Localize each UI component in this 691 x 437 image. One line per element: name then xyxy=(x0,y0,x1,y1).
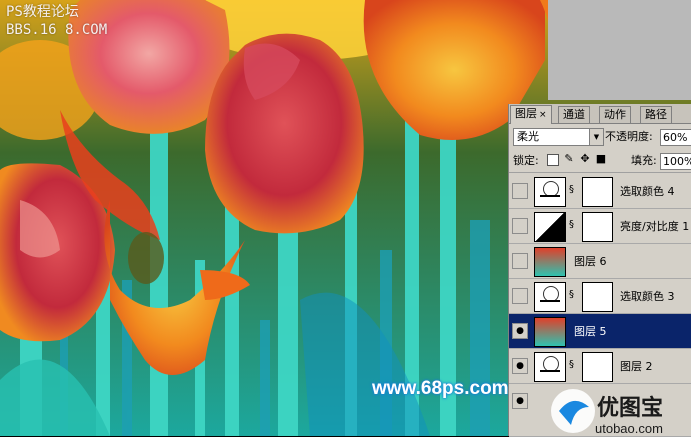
lock-fill-row: 锁定: ✎ ✥ ■ 填充: 100% xyxy=(509,150,691,173)
blend-mode-select[interactable]: 柔光 ▼ xyxy=(513,128,604,146)
lock-brush-icon[interactable]: ✎ xyxy=(563,153,575,165)
layer-row[interactable]: § 亮度/对比度 1 xyxy=(509,209,691,244)
layer-mask-thumbnail xyxy=(582,177,613,207)
layer-name: 图层 2 xyxy=(620,360,653,373)
layer-name: 亮度/对比度 1 xyxy=(620,220,690,233)
logo-title: 优图宝 xyxy=(597,395,663,421)
blend-opacity-row: 柔光 ▼ 不透明度: 60% xyxy=(509,126,691,148)
link-icon: § xyxy=(569,184,574,195)
tab-actions[interactable]: 动作 xyxy=(599,106,631,123)
adjustment-layer-icon xyxy=(534,352,566,382)
layer-name: 选取颜色 3 xyxy=(620,290,675,303)
layer-mask-thumbnail xyxy=(582,352,613,382)
link-icon: § xyxy=(569,289,574,300)
layer-row[interactable]: 图层 6 xyxy=(509,244,691,279)
link-icon: § xyxy=(569,359,574,370)
visibility-toggle[interactable] xyxy=(512,218,528,234)
layer-row[interactable]: ● § 图层 2 xyxy=(509,349,691,384)
panel-tabs: 图层 × 通道 动作 路径 xyxy=(509,104,691,124)
eye-icon[interactable]: ● xyxy=(512,393,528,409)
tab-paths[interactable]: 路径 xyxy=(640,106,672,123)
brightness-contrast-icon xyxy=(534,212,566,242)
close-icon[interactable]: × xyxy=(539,110,547,120)
layer-name: 选取颜色 4 xyxy=(620,185,675,198)
opacity-input[interactable]: 60% xyxy=(660,129,691,146)
lock-transparent-icon[interactable] xyxy=(547,154,559,166)
layer-image-thumbnail xyxy=(534,247,566,277)
fill-label: 填充: xyxy=(631,154,657,167)
canvas-background-area xyxy=(548,0,691,100)
forum-watermark-url: BBS.16 8.COM xyxy=(6,22,108,38)
forum-watermark: PS教程论坛 BBS.16 8.COM xyxy=(6,3,107,39)
lock-all-icon[interactable]: ■ xyxy=(595,153,607,165)
layer-row-selected[interactable]: ● 图层 5 xyxy=(509,314,691,349)
eye-icon[interactable]: ● xyxy=(512,323,528,339)
tab-channels[interactable]: 通道 xyxy=(558,106,590,123)
adjustment-layer-icon xyxy=(534,177,566,207)
forum-watermark-title: PS教程论坛 xyxy=(6,4,79,20)
visibility-toggle[interactable] xyxy=(512,288,528,304)
tab-channels-label: 通道 xyxy=(563,108,585,121)
site-watermark: www.68ps.com xyxy=(372,378,509,399)
layer-row[interactable]: § 选取颜色 4 xyxy=(509,174,691,209)
layer-row[interactable]: § 选取颜色 3 xyxy=(509,279,691,314)
tab-actions-label: 动作 xyxy=(604,108,626,121)
lock-label: 锁定: xyxy=(513,154,539,167)
tab-layers-label: 图层 xyxy=(515,107,537,120)
link-icon: § xyxy=(569,219,574,230)
layer-name: 图层 6 xyxy=(574,255,607,268)
visibility-toggle[interactable] xyxy=(512,253,528,269)
layer-mask-thumbnail xyxy=(582,282,613,312)
eye-icon[interactable]: ● xyxy=(512,358,528,374)
tab-layers[interactable]: 图层 × xyxy=(510,105,552,124)
tab-paths-label: 路径 xyxy=(645,108,667,121)
visibility-toggle[interactable] xyxy=(512,183,528,199)
lock-move-icon[interactable]: ✥ xyxy=(579,153,591,165)
layer-name: 图层 5 xyxy=(574,325,607,338)
blend-mode-value: 柔光 xyxy=(517,130,539,143)
utobao-logo: 优图宝 utobao.com xyxy=(551,389,663,436)
adjustment-layer-icon xyxy=(534,282,566,312)
layer-mask-thumbnail xyxy=(582,212,613,242)
opacity-label: 不透明度: xyxy=(605,130,653,143)
dropdown-arrow-icon[interactable]: ▼ xyxy=(589,129,603,145)
logo-subtitle: utobao.com xyxy=(595,421,663,436)
fill-input[interactable]: 100% xyxy=(660,153,691,170)
layer-image-thumbnail xyxy=(534,317,566,347)
